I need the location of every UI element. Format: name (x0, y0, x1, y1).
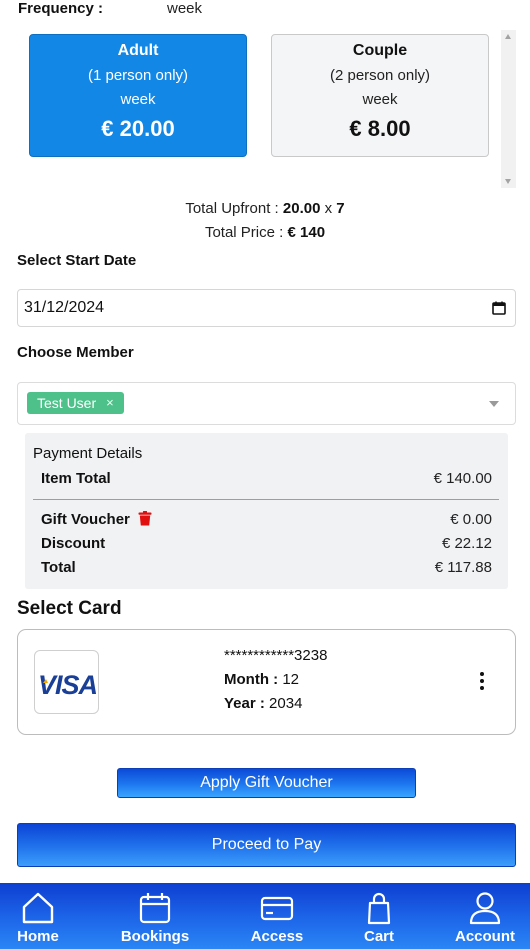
select-card-title: Select Card (17, 598, 122, 619)
member-tag-label: Test User (37, 395, 97, 411)
saved-card[interactable]: VISA ************3238 Month : 12 Year : … (17, 629, 516, 735)
member-tag: Test User × (27, 392, 124, 414)
scroll-up-arrow-icon[interactable] (505, 34, 511, 39)
nav-item-home[interactable]: Home (0, 883, 76, 949)
plan-name: Adult (117, 42, 159, 59)
gift-voucher-label: Gift Voucher (41, 511, 130, 528)
total-label: Total (41, 559, 76, 576)
card-month-value: 12 (282, 671, 299, 688)
nav-item-bookings[interactable]: Bookings (112, 883, 198, 949)
nav-item-cart[interactable]: Cart (350, 883, 408, 949)
card-number: ************3238 (224, 647, 328, 664)
card-month: Month : 12 (224, 668, 327, 692)
card-month-label: Month : (224, 671, 279, 688)
visa-brand-text: VISA (38, 670, 97, 700)
bag-icon (367, 892, 391, 925)
card-year: Year : 2034 (224, 692, 327, 716)
plan-name: Couple (352, 42, 408, 59)
plan-subtitle: (1 person only) (87, 67, 189, 84)
card-icon (260, 896, 294, 921)
total-upfront-count: 7 (336, 200, 345, 217)
nav-label-cart: Cart (363, 928, 394, 945)
nav-item-account[interactable]: Account (446, 883, 524, 949)
home-icon (22, 892, 54, 924)
total-upfront-amount: 20.00 (282, 200, 321, 217)
scroll-down-arrow-icon[interactable] (505, 179, 511, 184)
card-info: ************3238 Month : 12 Year : 2034 (224, 644, 327, 716)
nav-label-home: Home (17, 928, 59, 945)
user-icon (469, 892, 501, 925)
visa-logo-icon: VISA (38, 670, 98, 700)
nav-item-access[interactable]: Access (240, 883, 314, 949)
item-total-label: Item Total (41, 470, 111, 487)
calendar-picker-icon[interactable] (492, 301, 506, 315)
gift-voucher-value: € 0.00 (450, 511, 492, 528)
total-price-label: Total Price : (204, 224, 284, 241)
start-date-input[interactable]: 31/12/2024 (17, 289, 516, 327)
total-upfront-times: x (324, 200, 333, 217)
plan-card-couple[interactable]: Couple (2 person only) week € 8.00 (271, 34, 489, 157)
card-year-value: 2034 (269, 695, 303, 712)
plan-price: € 8.00 (349, 116, 411, 141)
trash-icon[interactable] (138, 511, 152, 526)
payment-details-panel: Payment Details Item Total € 140.00 Gift… (25, 433, 508, 589)
total-price: Total Price : € 140 (0, 224, 530, 241)
chevron-down-icon[interactable] (489, 401, 499, 407)
item-total-value: € 140.00 (433, 470, 492, 487)
total-row: Total € 117.88 (41, 559, 492, 576)
plan-price: € 20.00 (101, 116, 175, 141)
total-value: € 117.88 (434, 559, 492, 576)
nav-label-access: Access (250, 928, 304, 945)
plan-card-adult[interactable]: Adult (1 person only) week € 20.00 (29, 34, 247, 157)
calendar-icon (139, 893, 171, 924)
remove-member-icon[interactable]: × (106, 392, 114, 414)
item-total-row: Item Total € 140.00 (41, 470, 492, 487)
start-date-value: 31/12/2024 (24, 299, 105, 316)
payment-details-title: Payment Details (33, 445, 143, 462)
proceed-to-pay-button[interactable]: Proceed to Pay (17, 823, 516, 867)
card-year-label: Year : (224, 695, 265, 712)
total-upfront: Total Upfront : 20.00 x 7 (0, 200, 530, 217)
plan-list[interactable]: Adult (1 person only) week € 20.00 Coupl… (17, 25, 515, 189)
plan-list-scrollbar[interactable] (501, 30, 516, 188)
total-upfront-label: Total Upfront : (185, 200, 279, 217)
visa-logo: VISA (34, 650, 99, 714)
frequency-value: week (167, 0, 203, 17)
nav-label-bookings: Bookings (120, 928, 190, 945)
total-price-amount: € 140 (287, 224, 326, 241)
member-select[interactable]: Test User × (17, 382, 516, 425)
start-date-label: Select Start Date (17, 252, 137, 269)
apply-gift-voucher-button[interactable]: Apply Gift Voucher (117, 768, 416, 798)
gift-voucher-row: Gift Voucher € 0.00 (41, 511, 492, 528)
plan-period: week (120, 91, 156, 108)
discount-value: € 22.12 (441, 535, 492, 552)
plan-subtitle: (2 person only) (329, 67, 431, 84)
frequency-row: Frequency : week (18, 0, 202, 17)
choose-member-label: Choose Member (17, 344, 134, 361)
more-options-icon[interactable] (479, 672, 485, 692)
bottom-nav: Home Bookings Access Cart Account (0, 883, 530, 949)
payment-divider (33, 499, 499, 500)
discount-row: Discount € 22.12 (41, 535, 492, 552)
nav-label-account: Account (455, 928, 515, 945)
plan-period: week (362, 91, 398, 108)
discount-label: Discount (41, 535, 106, 552)
frequency-label: Frequency : (18, 0, 104, 17)
